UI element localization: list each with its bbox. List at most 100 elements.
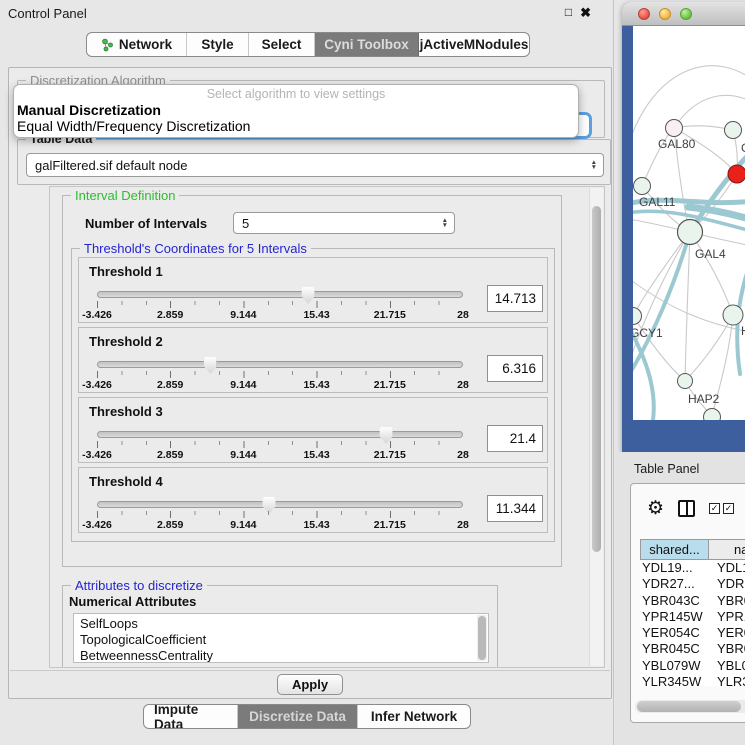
- node-selected-red[interactable]: [728, 165, 745, 183]
- tab-discretize-data[interactable]: Discretize Data: [238, 705, 358, 728]
- column-header-name[interactable]: na: [709, 539, 745, 560]
- threshold-4-slider-track[interactable]: [97, 501, 463, 508]
- spinner-arrows-icon: ▲▼: [591, 160, 597, 170]
- network-canvas[interactable]: GAL80 GA C GAL11 GAL4 GCY1 H HAP2: [633, 26, 745, 420]
- slider-ticks: [97, 441, 463, 448]
- attributes-group-title: Attributes to discretize: [71, 578, 207, 593]
- columns-icon[interactable]: [678, 500, 695, 517]
- close-icon[interactable]: ✖: [580, 5, 591, 21]
- table-row[interactable]: YLR345WYLR3: [640, 674, 745, 686]
- node-gal11[interactable]: [634, 178, 651, 195]
- threshold-3-value-field[interactable]: 21.4: [487, 425, 543, 452]
- node-hap2[interactable]: [678, 374, 693, 389]
- minimize-traffic-light-icon[interactable]: [659, 8, 671, 20]
- threshold-3-slider-track[interactable]: [97, 431, 463, 438]
- tab-impute-data[interactable]: Impute Data: [144, 705, 238, 728]
- network-icon: [101, 38, 114, 52]
- option-manual-discretization[interactable]: Manual Discretization: [17, 102, 578, 118]
- screen: Control Panel □ ✖ Network Style: [0, 0, 745, 745]
- threshold-2-panel: Threshold 2 -3.426 2.859 9.144: [78, 327, 548, 393]
- tab-jactivemnodules[interactable]: jActiveMNodules: [419, 33, 529, 56]
- table-panel-window: ⚙ ✓ ✓ shared... na YDL19...YDL1 YDR27...…: [630, 483, 745, 723]
- slider-ticks: [97, 301, 463, 308]
- threshold-4-value-field[interactable]: 11.344: [487, 495, 543, 522]
- list-scrollbar[interactable]: [477, 615, 487, 661]
- node-gal80[interactable]: [666, 120, 683, 137]
- node-partial-top[interactable]: [725, 122, 742, 139]
- slider-ticks: [97, 371, 463, 378]
- network-graph: GAL80 GA C GAL11 GAL4 GCY1 H HAP2: [633, 26, 745, 420]
- numerical-attributes-label: Numerical Attributes: [69, 594, 497, 609]
- table-data-group: Table Data galFiltered.sif default node …: [17, 139, 611, 185]
- threshold-1-value-field[interactable]: 14.713: [487, 285, 543, 312]
- tab-infer-network[interactable]: Infer Network: [358, 705, 470, 728]
- option-equal-width-frequency[interactable]: Equal Width/Frequency Discretization: [17, 118, 578, 134]
- tab-cyni-toolbox[interactable]: Cyni Toolbox: [315, 33, 419, 56]
- tab-style[interactable]: Style: [187, 33, 249, 56]
- table-row[interactable]: YBR045CYBR0: [640, 641, 745, 657]
- horizontal-scrollbar-thumb[interactable]: [637, 701, 741, 712]
- number-of-intervals-label: Number of Intervals: [85, 216, 233, 231]
- table-data-combo-value: galFiltered.sif default node: [35, 158, 187, 173]
- slider-tick-labels: -3.426 2.859 9.144 15.43 21.715 28: [97, 379, 463, 392]
- table-toolbar: ⚙ ✓ ✓: [631, 484, 745, 532]
- threshold-1-slider-track[interactable]: [97, 291, 463, 298]
- settings-scrollbar[interactable]: [589, 188, 603, 666]
- spinner-arrows-icon: ▲▼: [442, 218, 448, 228]
- network-view-window: GAL80 GA C GAL11 GAL4 GCY1 H HAP2: [622, 2, 745, 452]
- list-item[interactable]: TopologicalCoefficient: [80, 632, 488, 648]
- number-of-intervals-combo[interactable]: 5 ▲▼: [233, 212, 455, 234]
- node-label-partial-right: H: [741, 324, 745, 338]
- table-row[interactable]: YBR043CYBR0: [640, 593, 745, 609]
- top-tab-bar: Network Style Select Cyni Toolbox jActiv…: [86, 32, 530, 57]
- algorithm-prompt-option[interactable]: Select algorithm to view settings: [14, 87, 578, 101]
- table-row[interactable]: YPR145WYPR1: [640, 609, 745, 625]
- node-gal4[interactable]: [678, 220, 703, 245]
- table-panel: Table Panel ⚙ ✓ ✓ shared... na YDL19...Y…: [615, 452, 745, 745]
- bottom-tab-bar: Impute Data Discretize Data Infer Networ…: [143, 704, 471, 729]
- checkbox-icon[interactable]: ✓: [709, 503, 720, 514]
- thresholds-group-title: Threshold's Coordinates for 5 Intervals: [80, 241, 311, 256]
- threshold-2-label: Threshold 2: [89, 334, 543, 349]
- threshold-1-label: Threshold 1: [89, 264, 543, 279]
- node-label-gcy1: GCY1: [633, 326, 663, 340]
- column-header-shared-name[interactable]: shared...: [640, 539, 709, 560]
- list-item[interactable]: BetweennessCentrality: [80, 648, 488, 663]
- settings-scrollbar-thumb[interactable]: [592, 206, 601, 552]
- node-label-partial-top: GA: [741, 141, 745, 155]
- tab-discretize-data-label: Discretize Data: [249, 709, 346, 724]
- float-window-icon[interactable]: □: [565, 5, 572, 21]
- gear-icon[interactable]: ⚙: [647, 499, 664, 518]
- slider-tick-labels: -3.426 2.859 9.144 15.43 21.715 28: [97, 449, 463, 462]
- settings-scroll-viewport: Interval Definition Number of Intervals …: [49, 186, 605, 668]
- table-data-combo[interactable]: galFiltered.sif default node ▲▼: [26, 153, 604, 177]
- table-row[interactable]: YDR27...YDR2: [640, 576, 745, 592]
- threshold-2-value-field[interactable]: 6.316: [487, 355, 543, 382]
- tab-infer-network-label: Infer Network: [371, 709, 457, 724]
- horizontal-scrollbar[interactable]: [635, 700, 745, 713]
- tab-network[interactable]: Network: [87, 33, 187, 56]
- node-gcy1[interactable]: [633, 308, 642, 325]
- network-window-titlebar: [622, 2, 745, 26]
- close-traffic-light-icon[interactable]: [638, 8, 650, 20]
- apply-button[interactable]: Apply: [277, 674, 343, 695]
- tab-style-label: Style: [201, 37, 233, 52]
- list-item[interactable]: SelfLoops: [80, 616, 488, 632]
- zoom-traffic-light-icon[interactable]: [680, 8, 692, 20]
- interval-definition-group: Interval Definition Number of Intervals …: [62, 195, 562, 567]
- threshold-3-panel: Threshold 3 -3.426 2.859 9.144: [78, 397, 548, 463]
- threshold-2-slider-track[interactable]: [97, 361, 463, 368]
- table-row[interactable]: YER054CYER0: [640, 625, 745, 641]
- node-label-gal11: GAL11: [639, 195, 676, 209]
- threshold-1-panel: Threshold 1 -3.426 2.859 9.144: [78, 257, 548, 323]
- table-panel-title: Table Panel: [634, 462, 699, 476]
- control-panel-titlebar: Control Panel □ ✖: [0, 0, 613, 26]
- node-partial-right[interactable]: [723, 305, 743, 325]
- table-row[interactable]: YDL19...YDL1: [640, 560, 745, 576]
- node-label-hap2: HAP2: [688, 392, 720, 406]
- tab-cyni-toolbox-label: Cyni Toolbox: [324, 37, 409, 52]
- checkbox-icon[interactable]: ✓: [723, 503, 734, 514]
- tab-jactivemnodules-label: jActiveMNodules: [420, 37, 529, 52]
- tab-select[interactable]: Select: [249, 33, 315, 56]
- table-row[interactable]: YBL079WYBL0: [640, 658, 745, 674]
